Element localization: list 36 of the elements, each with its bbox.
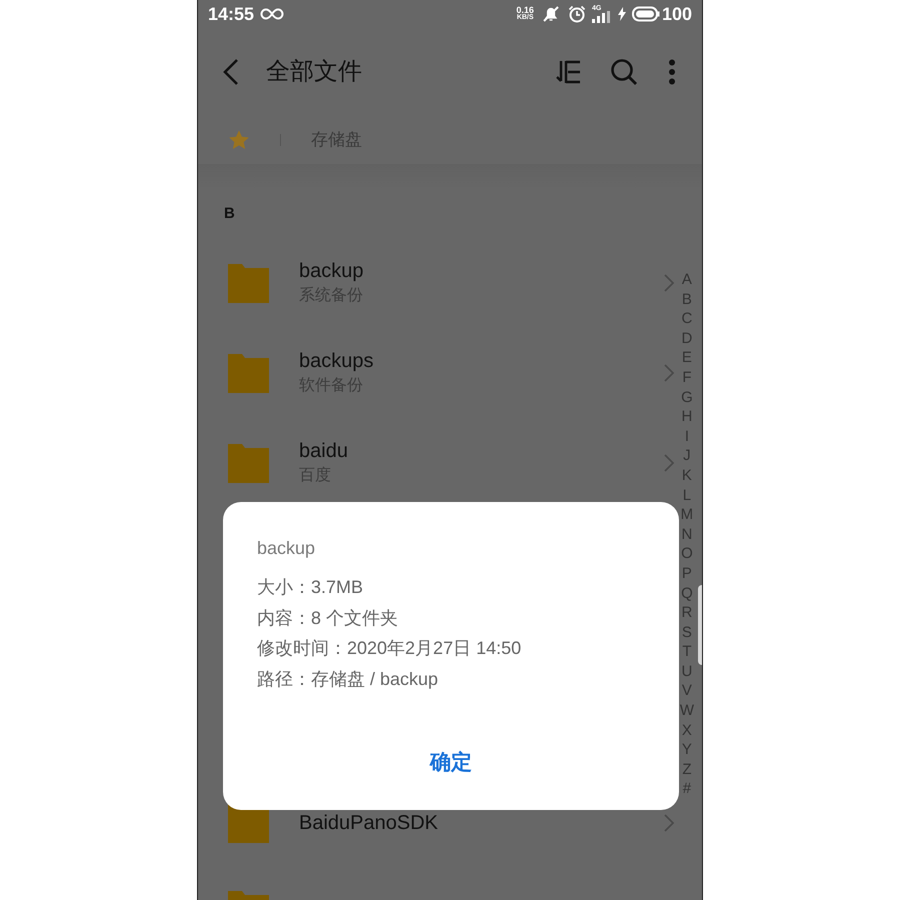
file-name: backup [299,259,364,284]
chevron-right-icon [664,274,674,292]
scrollbar-thumb[interactable] [698,585,702,665]
chevron-right-icon [664,454,674,472]
chevron-right-icon [664,814,674,832]
file-name: baidu [299,439,349,464]
sort-icon[interactable] [556,60,582,84]
file-name: backups [299,349,374,374]
charging-icon [618,7,626,21]
alarm-clock-icon [568,5,586,23]
info-line: 修改时间：2020年2月27日 14:50 [257,637,522,660]
signal-icon [592,11,612,23]
dialog-title: backup [257,537,316,560]
info-line: 内容：8 个文件夹 [257,606,400,630]
bell-off-icon [542,5,560,23]
chevron-right-icon [664,364,674,382]
folder-icon [227,262,270,304]
section-header: B [224,204,235,224]
page-title: 全部文件 [266,57,362,87]
search-icon[interactable] [610,58,638,86]
folder-icon [227,352,270,394]
infinity-icon [260,8,284,20]
battery-icon [632,6,660,22]
more-icon[interactable] [668,59,676,85]
index-letter[interactable]: # [682,779,692,800]
clock-time: 14:55 [208,2,254,26]
file-name: BaiduPanoSDK [299,811,439,836]
info-line: 路径：存储盘 / backup [257,668,440,691]
file-row[interactable]: BaiduPanoSDK [198,778,676,868]
battery-percent: 100 [662,2,692,26]
confirm-button[interactable]: 确定 [426,747,476,778]
back-icon[interactable] [222,58,240,86]
star-icon[interactable] [228,129,250,151]
network-speed: 0.16 [516,6,534,14]
folder-icon [227,442,270,484]
info-line: 大小：3.7MB [257,576,364,599]
